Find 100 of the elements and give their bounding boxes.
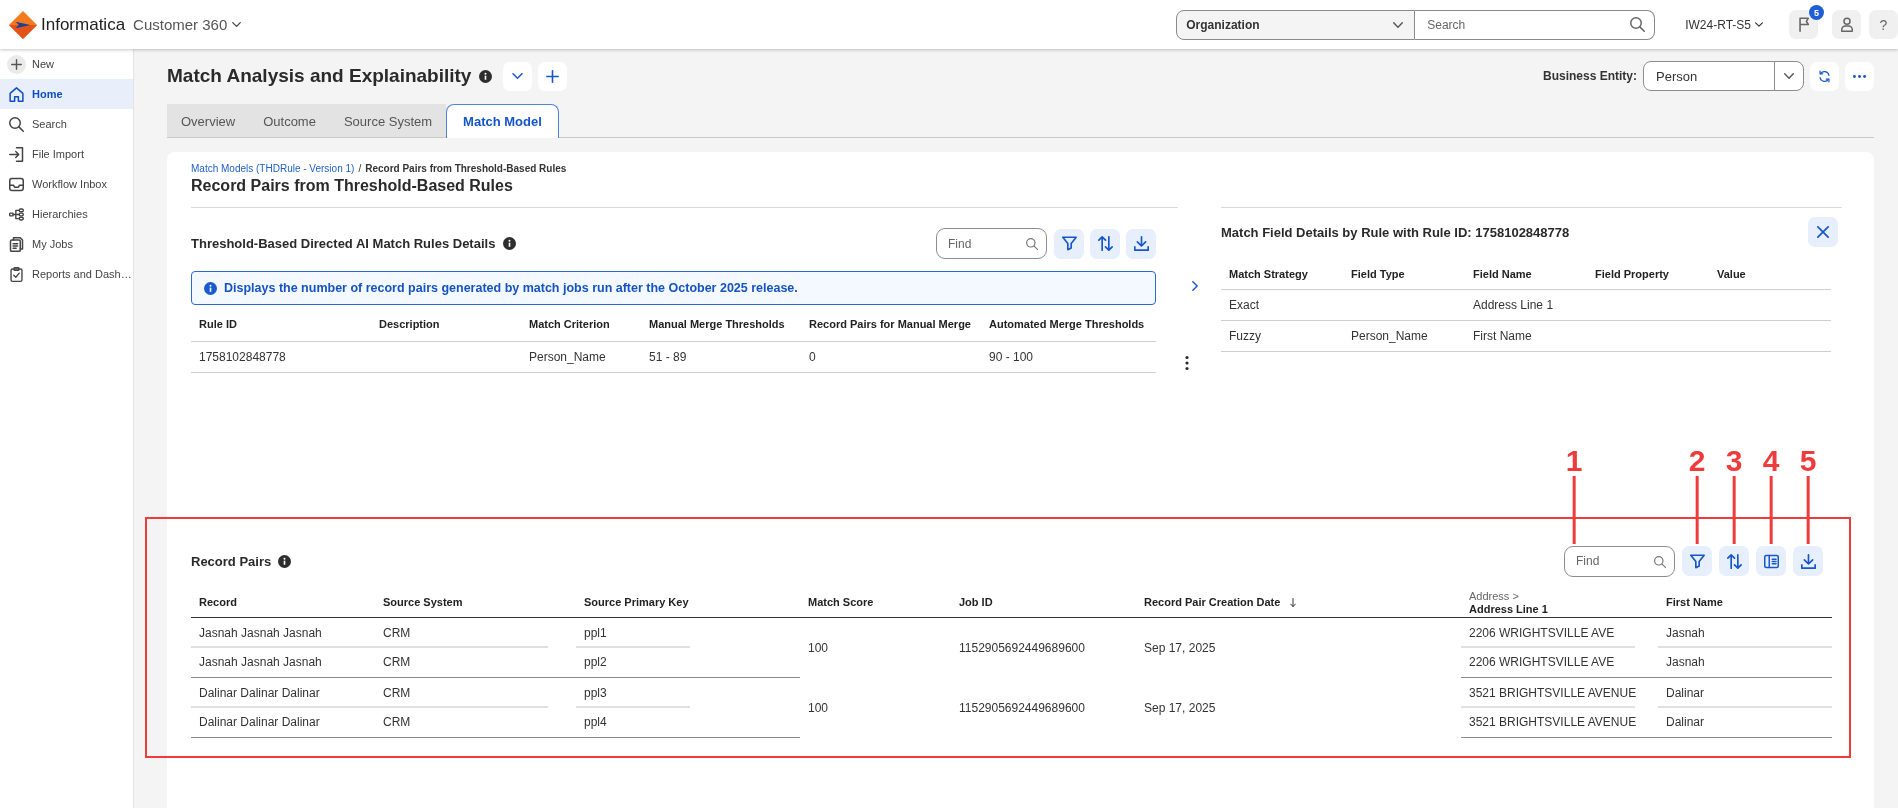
sort-icon (1097, 236, 1113, 251)
column-header: Value (1709, 259, 1831, 289)
scope-select[interactable]: Organization (1176, 9, 1416, 40)
breadcrumb-link[interactable]: Match Models (THDRule - Version 1) (191, 162, 355, 176)
table-cell: 1758102848778 (191, 341, 371, 372)
close-button[interactable] (1808, 217, 1838, 247)
column-header: Field Property (1587, 259, 1709, 289)
person-icon (1840, 17, 1853, 32)
dropdown-button[interactable] (503, 61, 533, 91)
table-cell: Sep 17, 2025 (1136, 677, 1461, 738)
add-button[interactable] (538, 61, 568, 91)
clipboard-check-icon (9, 266, 24, 282)
columns-icon (1763, 553, 1779, 569)
nav-item[interactable]: New (0, 49, 133, 79)
nav-item[interactable]: Search (0, 109, 133, 139)
table-cell: CRM (375, 707, 576, 738)
chevron-down-icon (512, 73, 524, 79)
columns-button[interactable] (1756, 546, 1786, 576)
table-cell: Jasnah (1658, 647, 1832, 678)
sort-button[interactable] (1719, 546, 1749, 576)
refresh-button[interactable] (1810, 61, 1839, 91)
leader-line (1769, 476, 1773, 544)
more-vertical-icon[interactable] (1185, 356, 1189, 370)
user-button[interactable] (1832, 10, 1861, 39)
table-cell: First Name (1465, 320, 1587, 351)
search-field[interactable]: Search (1415, 9, 1656, 40)
table-cell: 2206 WRIGHTSVILLE AVE (1461, 617, 1658, 648)
column-header: Address Line 1 (1469, 602, 1548, 615)
column-header: Record Pairs for Manual Merge (801, 307, 981, 341)
chevron-down-icon (232, 22, 242, 27)
tray-icon (9, 176, 24, 192)
table-cell: Jasnah Jasnah Jasnah (191, 617, 375, 648)
download-button[interactable] (1126, 228, 1156, 259)
callout-number: 3 (1725, 448, 1743, 474)
filter-button[interactable] (1682, 546, 1712, 576)
notification-badge: 5 (1809, 5, 1824, 20)
nav-item[interactable]: Workflow Inbox (0, 169, 133, 199)
download-icon (1133, 236, 1149, 251)
nav-item[interactable]: File Import (0, 139, 133, 169)
callout-number: 5 (1799, 448, 1817, 474)
column-header: Match Score (808, 596, 874, 609)
column-header: First Name (1666, 596, 1723, 609)
chevron-right-icon[interactable] (1192, 281, 1198, 291)
filter-button[interactable] (1054, 228, 1084, 259)
column-header: Rule ID (191, 307, 371, 341)
help-button[interactable]: ? (1869, 10, 1898, 39)
table-cell: Person_Name (521, 341, 641, 372)
environment-dropdown[interactable]: IW24-RT-S5 (1685, 17, 1763, 32)
hierarchy-icon (9, 206, 24, 222)
column-header: Record (199, 596, 237, 609)
table-cell-text: 1152905692449689600 (958, 699, 1086, 717)
table-cell: CRM (375, 617, 576, 648)
section-heading: Record Pairs from Threshold-Based Rules (191, 176, 513, 196)
table-cell: CRM (375, 677, 576, 708)
find-field[interactable]: Find (1564, 545, 1675, 577)
nav-item[interactable]: Hierarchies (0, 199, 133, 229)
refresh-icon (1818, 69, 1831, 83)
product-switcher[interactable]: Customer 360 (133, 16, 242, 33)
tab[interactable]: Match Model (446, 104, 559, 138)
home-icon (9, 86, 24, 102)
chevron-down-icon (1784, 73, 1794, 79)
download-button[interactable] (1793, 546, 1823, 576)
info-icon (204, 281, 217, 295)
leader-line (1572, 475, 1576, 544)
table-cell: Dalinar (1658, 677, 1832, 708)
nav-item[interactable]: Home (0, 79, 133, 109)
entity-select[interactable]: Person (1643, 61, 1804, 91)
callout-number: 4 (1762, 448, 1780, 474)
brand-name: Informatica (41, 14, 126, 35)
panel-title: Match Field Details by Rule with Rule ID: 1758102848778 (1221, 224, 1571, 240)
table-cell: Dalinar (1658, 707, 1832, 738)
chevron-down-icon (1755, 22, 1763, 27)
plus-icon (546, 69, 560, 83)
table-cell: 3521 BRIGHTSVILLE AVENUE (1461, 707, 1658, 738)
column-header: Source Primary Key (584, 596, 689, 609)
table-cell: ppl4 (576, 707, 800, 738)
tab[interactable]: Source System (329, 104, 447, 137)
breadcrumb-separator: / (358, 162, 362, 176)
tab[interactable]: Outcome (249, 104, 330, 137)
field-label: Business Entity: (1542, 69, 1637, 83)
search-icon (1630, 16, 1646, 32)
breadcrumb-current: Record Pairs from Threshold-Based Rules (365, 162, 567, 176)
find-field[interactable]: Find (936, 228, 1047, 259)
more-button[interactable] (1845, 61, 1874, 91)
callout-number: 2 (1688, 448, 1706, 474)
column-header: Automated Merge Thresholds (981, 307, 1156, 341)
sort-button[interactable] (1090, 228, 1120, 259)
nav-item[interactable]: My Jobs (0, 229, 133, 259)
search-icon (1654, 555, 1666, 568)
nav-item[interactable]: Reports and Dash… (0, 259, 133, 289)
table-cell: CRM (375, 647, 576, 678)
column-header: Manual Merge Thresholds (641, 307, 801, 341)
table-cell: ppl1 (576, 617, 800, 648)
info-icon (479, 69, 493, 83)
table-cell: Dalinar Dalinar Dalinar (191, 707, 375, 738)
sort-icon (1726, 553, 1742, 569)
table-cell: 100 (800, 677, 951, 738)
tab[interactable]: Overview (167, 104, 250, 137)
panel-title: Threshold-Based Directed AI Match Rules Details (191, 236, 496, 251)
table-cell: 2206 WRIGHTSVILLE AVE (1461, 647, 1658, 678)
